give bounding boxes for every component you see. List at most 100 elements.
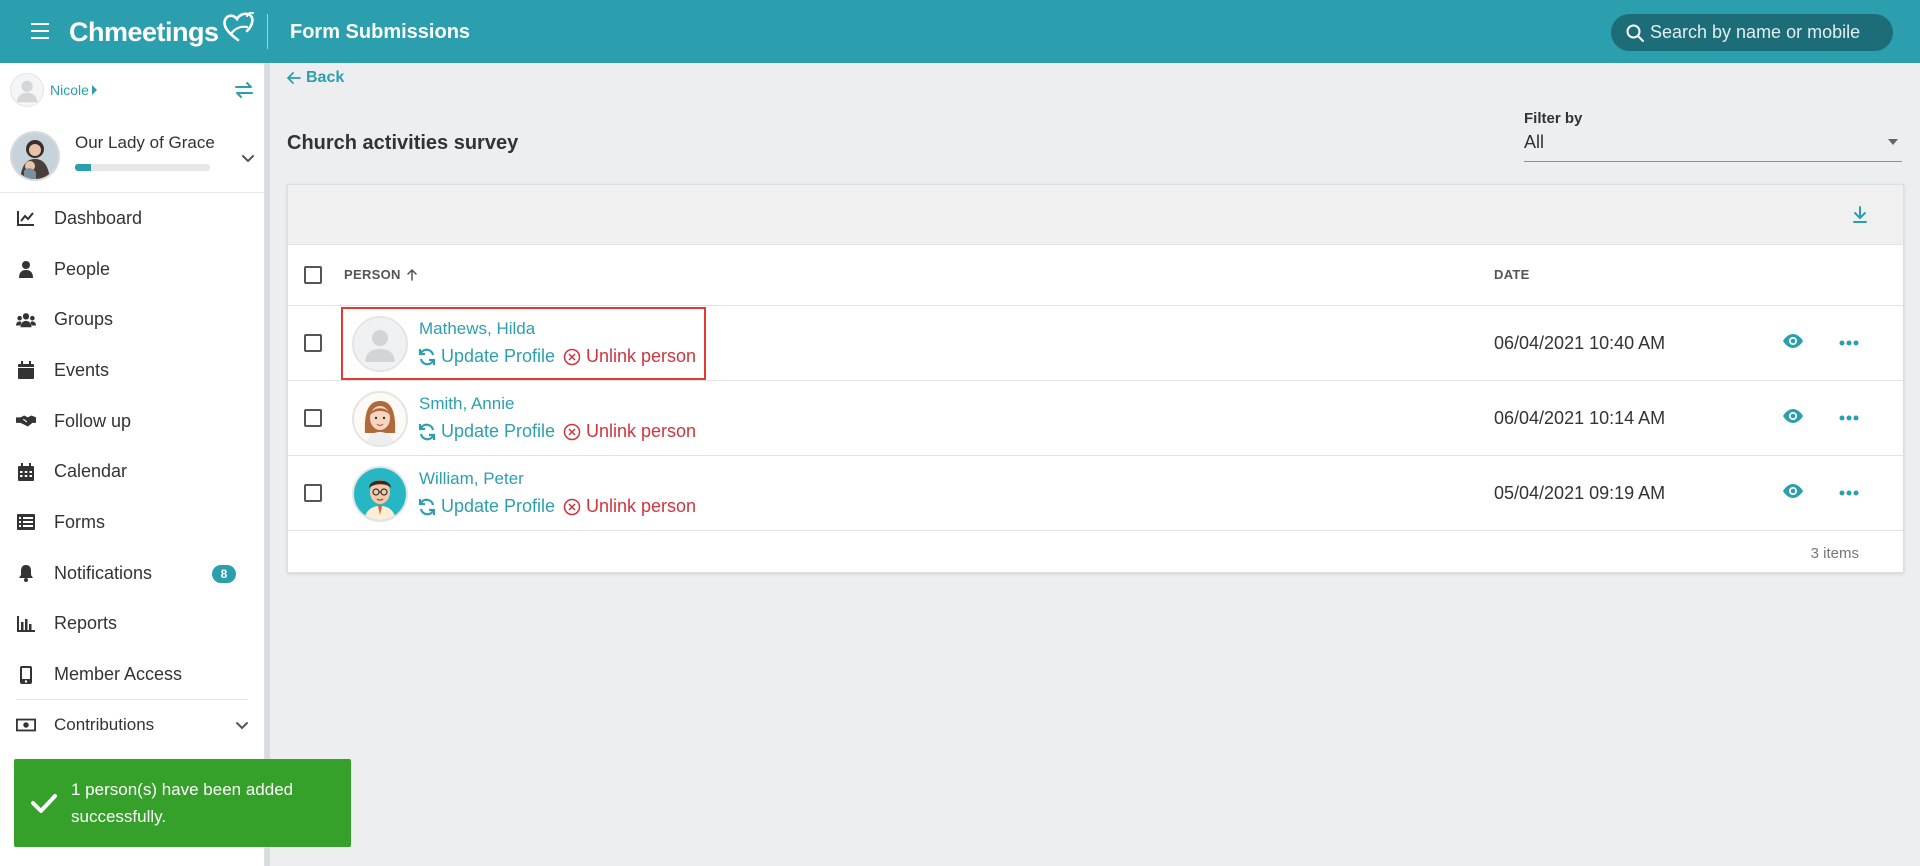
caret-right-icon: [91, 85, 97, 95]
mobile-icon: [16, 665, 36, 685]
sidebar-item-notifications[interactable]: Notifications 8: [0, 548, 265, 599]
sidebar-item-label: People: [54, 258, 111, 279]
sidebar-item-calendar[interactable]: Calendar: [0, 446, 265, 497]
person-placeholder-icon: [354, 318, 406, 370]
nav-divider: [16, 699, 248, 700]
unlink-person-link[interactable]: Unlink person: [563, 496, 696, 517]
back-link[interactable]: Back: [287, 69, 344, 87]
back-label: Back: [306, 69, 345, 86]
sidebar-nav: Dashboard People Groups Events Follow up: [0, 193, 265, 751]
person-name-link[interactable]: Mathews, Hilda: [419, 319, 535, 339]
org-avatar[interactable]: [10, 131, 60, 181]
more-options-icon[interactable]: [1839, 339, 1859, 347]
org-progress-bar: [75, 164, 210, 171]
form-title: Church activities survey: [287, 132, 519, 154]
sidebar-item-member-access[interactable]: Member Access: [0, 649, 265, 700]
sidebar-item-label: Notifications: [54, 562, 153, 583]
logo[interactable]: Chmeetings: [69, 12, 255, 48]
calendar-icon: [16, 360, 36, 380]
sidebar-item-follow-up[interactable]: Follow up: [0, 396, 265, 447]
page-title: Form Submissions: [290, 21, 471, 43]
sidebar-item-label: Calendar: [54, 461, 128, 482]
row-checkbox[interactable]: [304, 334, 322, 352]
update-profile-link[interactable]: Update Profile: [418, 346, 555, 367]
row-checkbox[interactable]: [304, 409, 322, 427]
sidebar-item-people[interactable]: People: [0, 244, 265, 295]
refresh-icon: [418, 498, 436, 515]
arrow-left-icon: [287, 72, 301, 84]
unlink-person-label: Unlink person: [586, 496, 697, 516]
sidebar-item-forms[interactable]: Forms: [0, 497, 265, 548]
sidebar-item-dashboard[interactable]: Dashboard: [0, 193, 265, 244]
download-icon[interactable]: [1850, 204, 1870, 226]
org-name[interactable]: Our Lady of Grace: [75, 133, 215, 153]
unlink-person-link[interactable]: Unlink person: [563, 346, 696, 367]
column-header-person[interactable]: PERSON: [344, 267, 417, 282]
default-avatar: [352, 316, 408, 372]
top-bar: Chmeetings Form Submissions: [0, 0, 1920, 63]
sort-up-icon: [406, 268, 417, 281]
sidebar-item-label: Contributions: [54, 715, 155, 735]
submission-date: 06/04/2021 10:14 AM: [1494, 408, 1666, 428]
column-header-label: PERSON: [344, 267, 401, 282]
sidebar-item-reports[interactable]: Reports: [0, 599, 265, 650]
sidebar-item-contributions[interactable]: Contributions: [0, 700, 265, 751]
sidebar-item-label: Dashboard: [54, 207, 143, 228]
table-header: PERSON DATE: [288, 245, 1903, 306]
person-name-link[interactable]: William, Peter: [419, 469, 524, 489]
chevron-down-icon[interactable]: [240, 151, 256, 167]
sidebar-item-groups[interactable]: Groups: [0, 294, 265, 345]
sidebar-item-events[interactable]: Events: [0, 345, 265, 396]
search-bar[interactable]: [1611, 14, 1893, 51]
table-toolbar: [288, 185, 1903, 245]
user-name[interactable]: Nicole: [50, 82, 89, 98]
unlink-person-link[interactable]: Unlink person: [563, 421, 696, 442]
switch-arrows-icon[interactable]: [234, 81, 254, 99]
sidebar-item-label: Events: [54, 359, 110, 380]
update-profile-link[interactable]: Update Profile: [418, 496, 555, 517]
submission-date: 05/04/2021 09:19 AM: [1494, 483, 1666, 503]
select-all-checkbox[interactable]: [304, 266, 322, 284]
more-options-icon[interactable]: [1839, 414, 1859, 422]
table-row: Mathews, Hilda Update Profile Unlink per…: [288, 306, 1903, 381]
menu-icon[interactable]: [29, 21, 53, 41]
filter-select[interactable]: Filter by All: [1524, 108, 1902, 162]
update-profile-link[interactable]: Update Profile: [418, 421, 555, 442]
update-profile-label: Update Profile: [441, 346, 556, 366]
bar-chart-icon: [16, 614, 36, 634]
unlink-person-label: Unlink person: [586, 346, 697, 366]
notification-count-badge: 8: [212, 564, 236, 583]
search-input[interactable]: [1650, 22, 1885, 43]
toast-message: 1 person(s) have been added successfully…: [71, 780, 294, 826]
user-switcher[interactable]: Nicole: [10, 73, 97, 107]
close-circle-icon: [563, 348, 581, 365]
column-header-date[interactable]: DATE: [1494, 267, 1530, 282]
item-count: 3 items: [1810, 545, 1859, 562]
filter-label: Filter by: [1524, 110, 1583, 127]
sidebar-item-label: Follow up: [54, 410, 132, 431]
checkmark-icon: [31, 794, 57, 813]
person-name-link[interactable]: Smith, Annie: [419, 394, 514, 414]
handshake-icon: [16, 411, 36, 431]
close-circle-icon: [563, 423, 581, 440]
unlink-person-label: Unlink person: [586, 421, 697, 441]
sidebar-item-label: Forms: [54, 511, 105, 532]
eye-icon[interactable]: [1782, 408, 1804, 424]
more-options-icon[interactable]: [1839, 489, 1859, 497]
list-icon: [16, 512, 36, 532]
sidebar-item-label: Groups: [54, 309, 114, 330]
row-checkbox[interactable]: [304, 484, 322, 502]
update-profile-label: Update Profile: [441, 421, 556, 441]
calendar-grid-icon: [16, 462, 36, 482]
table-row: William, Peter Update Profile Unlink per…: [288, 456, 1903, 531]
update-profile-label: Update Profile: [441, 496, 556, 516]
eye-icon[interactable]: [1782, 483, 1804, 499]
eye-icon[interactable]: [1782, 333, 1804, 349]
sidebar-scrollbar[interactable]: [265, 63, 270, 866]
person-placeholder-icon: [16, 80, 38, 103]
male-avatar-image: [354, 468, 406, 520]
org-image: [12, 133, 58, 179]
chevron-down-icon[interactable]: [234, 718, 250, 734]
success-toast[interactable]: 1 person(s) have been added successfully…: [14, 759, 351, 847]
refresh-icon: [418, 423, 436, 440]
